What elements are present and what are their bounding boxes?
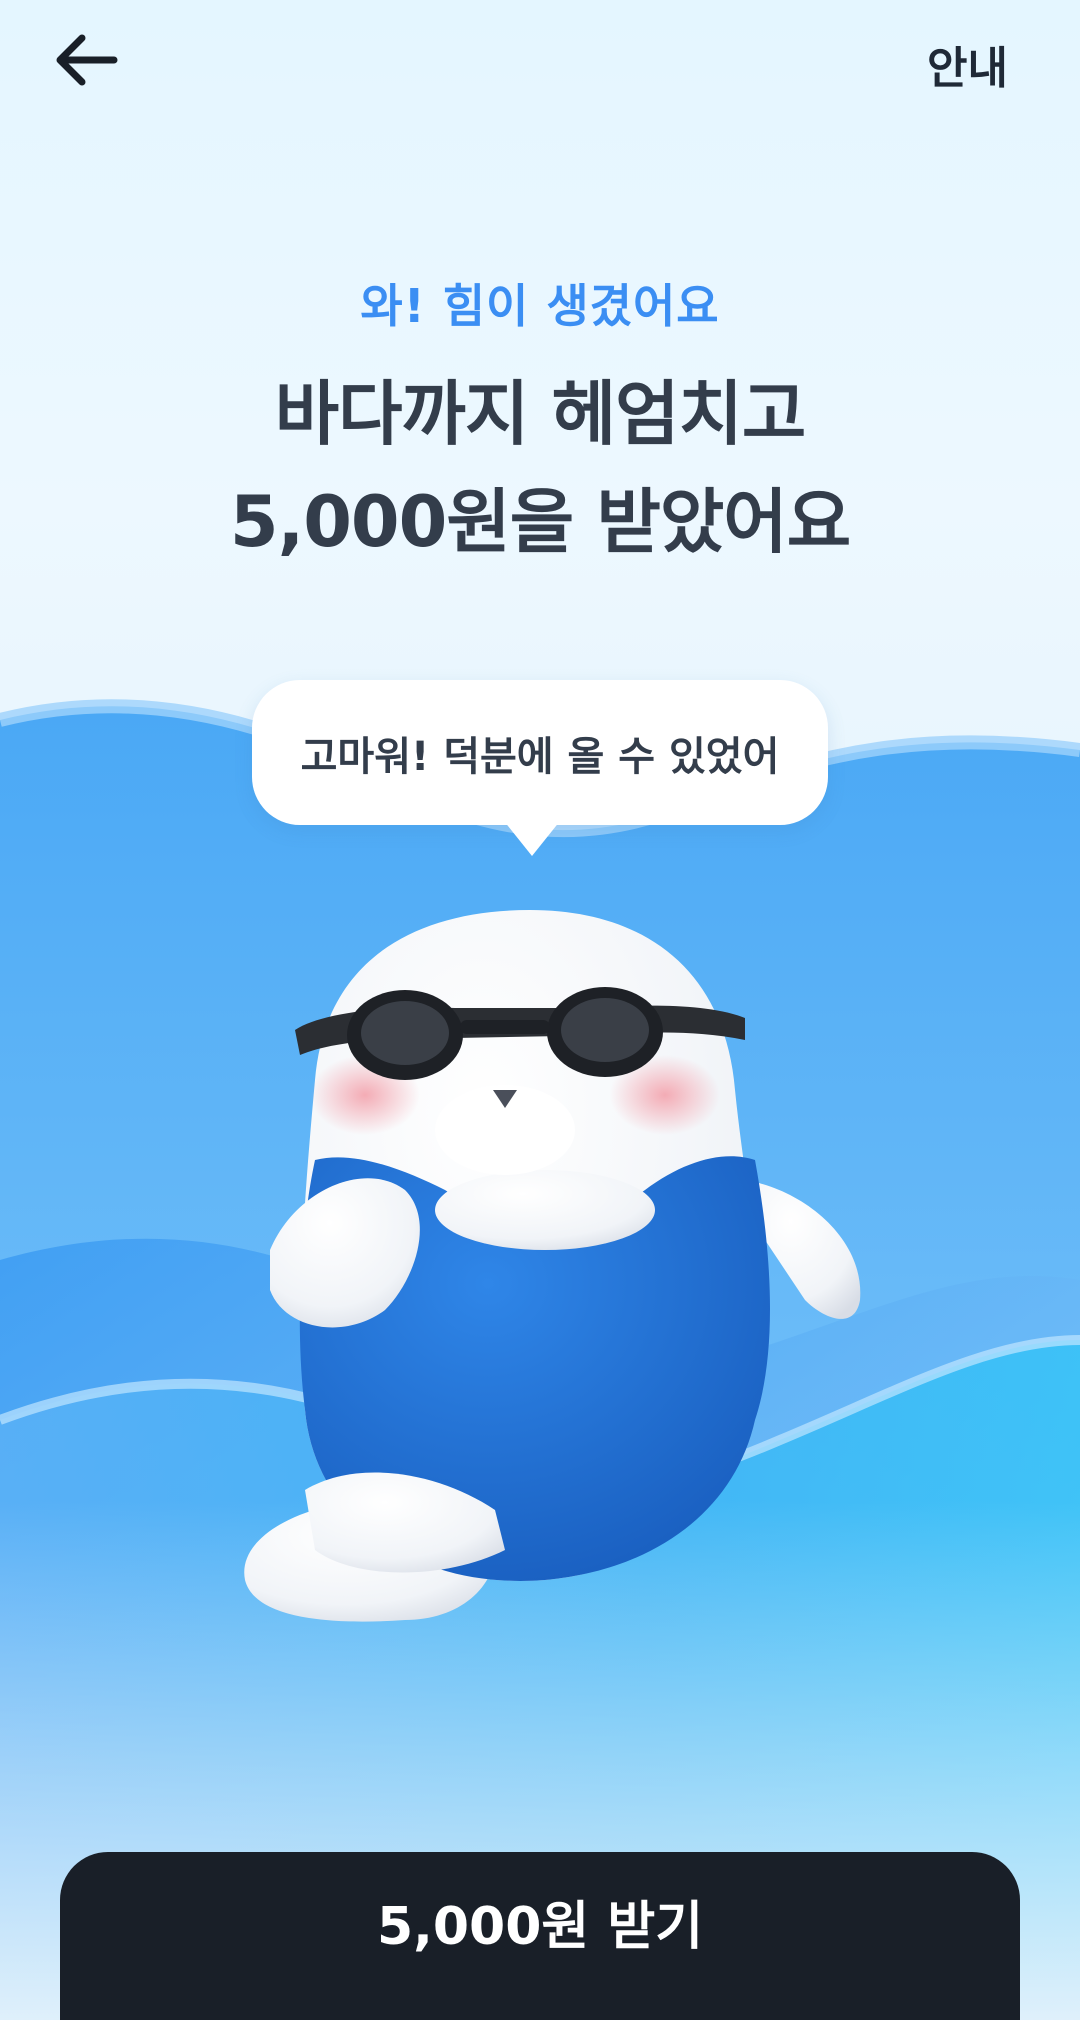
top-bar: 안내: [0, 0, 1080, 120]
speech-bubble-text: 고마워! 덕분에 올 수 있었어: [300, 733, 780, 780]
claim-reward-button[interactable]: 5,000원 받기: [60, 1852, 1020, 2020]
reward-title-line-1: 바다까지 헤엄치고: [274, 373, 807, 455]
info-link[interactable]: 안내: [927, 32, 1008, 96]
reward-subtitle: 와! 힘이 생겼어요: [360, 279, 720, 333]
reward-title-line-2: 5,000원을 받았어요: [229, 481, 851, 563]
arrow-left-icon: [56, 34, 118, 86]
reward-header: 와! 힘이 생겼어요 바다까지 헤엄치고 5,000원을 받았어요: [0, 270, 1080, 576]
claim-reward-button-label: 5,000원 받기: [376, 1896, 704, 1957]
speech-bubble: 고마워! 덕분에 올 수 있었어: [252, 680, 828, 825]
seal-mascot-illustration: [244, 910, 861, 1622]
speech-bubble-tail: [500, 816, 564, 856]
reward-title: 바다까지 헤엄치고 5,000원을 받았어요: [0, 360, 1080, 576]
back-button[interactable]: [40, 20, 130, 100]
